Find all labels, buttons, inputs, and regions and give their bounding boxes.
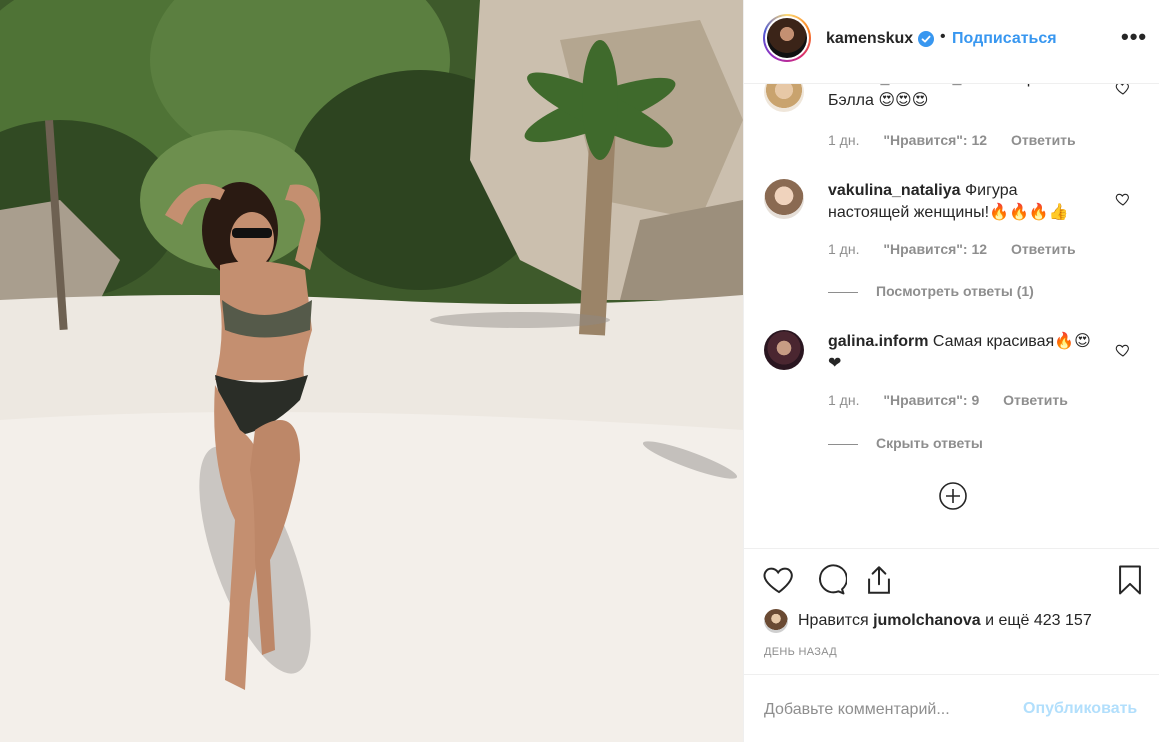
post-header: kamenskux • Подписаться ••• — [744, 0, 1159, 84]
commenter-avatar[interactable] — [764, 179, 804, 219]
commenter-username[interactable]: andrea_albrandt_official — [828, 84, 1013, 87]
post-timestamp[interactable]: День назад — [764, 646, 837, 658]
author-avatar[interactable] — [763, 14, 811, 62]
comment-reply-button[interactable]: Ответить — [1011, 132, 1076, 148]
liked-by-count[interactable]: и ещё 423 157 — [985, 612, 1092, 629]
thread-line — [828, 291, 858, 293]
author-username[interactable]: kamenskux — [826, 30, 913, 48]
comment-meta: 1 дн. "Нравится": 9 Ответить — [828, 392, 1088, 408]
commenter-username[interactable]: galina.inform — [828, 333, 928, 350]
post-side-panel: kamenskux • Подписаться ••• andrea_albra… — [743, 0, 1159, 742]
like-heart-icon[interactable] — [762, 563, 796, 597]
view-replies-label: Посмотреть ответы (1) — [876, 283, 1034, 299]
comments-list[interactable]: andrea_albrandt_official Красотка Бэлла … — [744, 84, 1159, 548]
bookmark-icon[interactable] — [1113, 563, 1147, 597]
header-separator-dot: • — [940, 28, 946, 45]
comment-text: andrea_albrandt_official Красотка Бэлла … — [828, 84, 1098, 112]
comment-age: 1 дн. — [828, 132, 860, 148]
comment-input[interactable] — [764, 699, 1024, 721]
comment-body: Красотка Бэлла 😍😍😍 — [828, 84, 1085, 109]
comment-reply-button[interactable]: Ответить — [1003, 392, 1068, 408]
hide-replies-toggle[interactable]: Скрыть ответы — [828, 435, 983, 451]
thread-line — [828, 443, 858, 445]
comment-age: 1 дн. — [828, 241, 860, 257]
liked-by-prefix: Нравится — [798, 612, 869, 630]
comment-likes[interactable]: "Нравится": 9 — [883, 392, 979, 408]
comment-text: galina.inform Самая красивая🔥😍❤ — [828, 331, 1098, 375]
comment-like-heart-icon[interactable] — [1115, 191, 1131, 207]
verified-badge-icon — [918, 31, 934, 47]
liker-avatar[interactable] — [764, 609, 788, 633]
liked-by-user[interactable]: jumolchanova — [873, 612, 981, 629]
comment-reply-button[interactable]: Ответить — [1011, 241, 1076, 257]
commenter-avatar[interactable] — [764, 330, 804, 370]
comment-like-heart-icon[interactable] — [1115, 342, 1131, 358]
comment-text: vakulina_nataliya Фигура настоящей женщи… — [828, 180, 1098, 224]
liked-by-line: Нравится jumolchanova и ещё 423 157 — [764, 609, 1092, 633]
post-photo[interactable] — [0, 0, 743, 742]
comment-meta: 1 дн. "Нравится": 12 Ответить — [828, 132, 1096, 148]
post-actions-bar: Нравится jumolchanova и ещё 423 157 День… — [744, 548, 1159, 674]
comment-likes[interactable]: "Нравится": 12 — [883, 241, 987, 257]
comment-age: 1 дн. — [828, 392, 860, 408]
comment-bubble-icon[interactable] — [813, 563, 847, 597]
comment-likes[interactable]: "Нравится": 12 — [883, 132, 987, 148]
commenter-username[interactable]: vakulina_nataliya — [828, 182, 961, 199]
share-icon[interactable] — [862, 563, 896, 597]
commenter-avatar[interactable] — [764, 84, 804, 112]
publish-comment-button[interactable]: Опубликовать — [1023, 700, 1137, 718]
hide-replies-label: Скрыть ответы — [876, 435, 983, 451]
comment-like-heart-icon[interactable] — [1115, 84, 1131, 96]
follow-button[interactable]: Подписаться — [952, 30, 1057, 48]
comment-meta: 1 дн. "Нравится": 12 Ответить — [828, 241, 1096, 257]
add-comment-section: Опубликовать — [744, 674, 1159, 742]
view-replies-toggle[interactable]: Посмотреть ответы (1) — [828, 283, 1034, 299]
load-more-comments-icon[interactable] — [938, 481, 968, 511]
more-horizontal-icon[interactable]: ••• — [1121, 24, 1147, 50]
beach-photo-illustration — [0, 0, 743, 742]
